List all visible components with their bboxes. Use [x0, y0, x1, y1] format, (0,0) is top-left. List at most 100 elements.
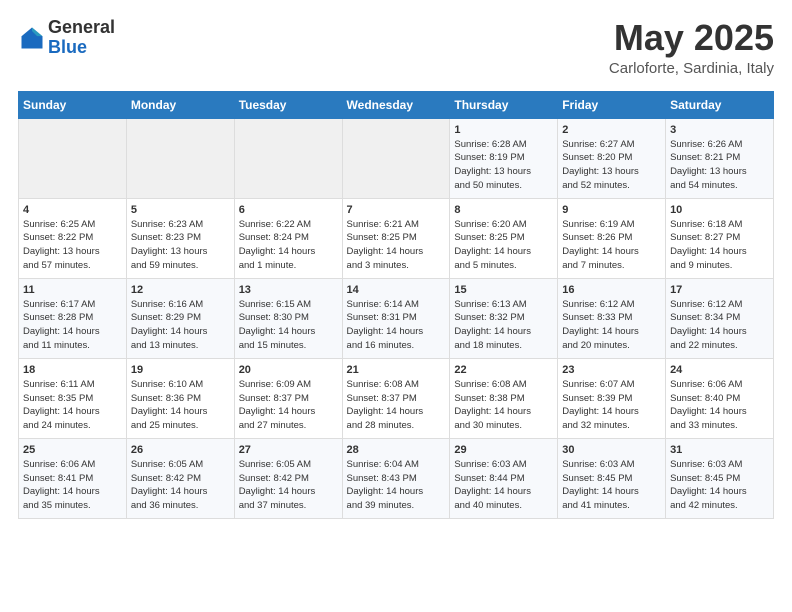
day-number: 17 — [670, 284, 769, 296]
calendar-cell: 3 Sunrise: 6:26 AMSunset: 8:21 PMDaylight… — [666, 118, 774, 198]
day-info: Sunrise: 6:03 AMSunset: 8:44 PMDaylight:… — [454, 458, 553, 513]
logo-icon — [18, 24, 46, 52]
day-number: 10 — [670, 204, 769, 216]
day-info: Sunrise: 6:05 AMSunset: 8:42 PMDaylight:… — [239, 458, 338, 513]
day-info: Sunrise: 6:08 AMSunset: 8:37 PMDaylight:… — [347, 378, 446, 433]
day-info: Sunrise: 6:08 AMSunset: 8:38 PMDaylight:… — [454, 378, 553, 433]
calendar-cell: 9 Sunrise: 6:19 AMSunset: 8:26 PMDaylight… — [558, 198, 666, 278]
day-number: 12 — [131, 284, 230, 296]
day-info: Sunrise: 6:09 AMSunset: 8:37 PMDaylight:… — [239, 378, 338, 433]
calendar-week-row: 4 Sunrise: 6:25 AMSunset: 8:22 PMDaylight… — [19, 198, 774, 278]
day-info: Sunrise: 6:19 AMSunset: 8:26 PMDaylight:… — [562, 218, 661, 273]
day-number: 3 — [670, 124, 769, 136]
calendar-cell: 23 Sunrise: 6:07 AMSunset: 8:39 PMDayligh… — [558, 358, 666, 438]
day-number: 4 — [23, 204, 122, 216]
day-info: Sunrise: 6:12 AMSunset: 8:34 PMDaylight:… — [670, 298, 769, 353]
calendar-cell — [126, 118, 234, 198]
calendar-container: General Blue May 2025 Carloforte, Sardin… — [0, 0, 792, 531]
calendar-cell — [19, 118, 127, 198]
calendar-cell: 24Sunrise: 6:06 AMSunset: 8:40 PMDayligh… — [666, 358, 774, 438]
calendar-cell: 30 Sunrise: 6:03 AMSunset: 8:45 PMDayligh… — [558, 438, 666, 518]
day-info: Sunrise: 6:15 AMSunset: 8:30 PMDaylight:… — [239, 298, 338, 353]
day-info: Sunrise: 6:07 AMSunset: 8:39 PMDaylight:… — [562, 378, 661, 433]
day-number: 23 — [562, 364, 661, 376]
day-number: 29 — [454, 444, 553, 456]
day-number: 22 — [454, 364, 553, 376]
day-number: 8 — [454, 204, 553, 216]
day-number: 16 — [562, 284, 661, 296]
day-info: Sunrise: 6:18 AMSunset: 8:27 PMDaylight:… — [670, 218, 769, 273]
logo-text: General Blue — [48, 18, 115, 58]
calendar-cell: 8Sunrise: 6:20 AMSunset: 8:25 PMDaylight… — [450, 198, 558, 278]
calendar-cell: 29 Sunrise: 6:03 AMSunset: 8:44 PMDayligh… — [450, 438, 558, 518]
day-number: 20 — [239, 364, 338, 376]
calendar-cell: 27Sunrise: 6:05 AMSunset: 8:42 PMDayligh… — [234, 438, 342, 518]
calendar-cell: 25 Sunrise: 6:06 AMSunset: 8:41 PMDayligh… — [19, 438, 127, 518]
day-info: Sunrise: 6:16 AMSunset: 8:29 PMDaylight:… — [131, 298, 230, 353]
calendar-week-row: 1Sunrise: 6:28 AMSunset: 8:19 PMDaylight… — [19, 118, 774, 198]
weekday-header-friday: Friday — [558, 91, 666, 118]
day-number: 13 — [239, 284, 338, 296]
day-number: 26 — [131, 444, 230, 456]
day-number: 2 — [562, 124, 661, 136]
title-block: May 2025 Carloforte, Sardinia, Italy — [609, 18, 774, 77]
calendar-cell: 14 Sunrise: 6:14 AMSunset: 8:31 PMDayligh… — [342, 278, 450, 358]
calendar-week-row: 18 Sunrise: 6:11 AMSunset: 8:35 PMDayligh… — [19, 358, 774, 438]
day-info: Sunrise: 6:23 AMSunset: 8:23 PMDaylight:… — [131, 218, 230, 273]
calendar-cell: 4 Sunrise: 6:25 AMSunset: 8:22 PMDaylight… — [19, 198, 127, 278]
calendar-cell: 5 Sunrise: 6:23 AMSunset: 8:23 PMDaylight… — [126, 198, 234, 278]
day-number: 14 — [347, 284, 446, 296]
day-info: Sunrise: 6:04 AMSunset: 8:43 PMDaylight:… — [347, 458, 446, 513]
day-info: Sunrise: 6:27 AMSunset: 8:20 PMDaylight:… — [562, 138, 661, 193]
weekday-header-saturday: Saturday — [666, 91, 774, 118]
day-number: 5 — [131, 204, 230, 216]
day-info: Sunrise: 6:05 AMSunset: 8:42 PMDaylight:… — [131, 458, 230, 513]
day-info: Sunrise: 6:17 AMSunset: 8:28 PMDaylight:… — [23, 298, 122, 353]
calendar-cell: 28Sunrise: 6:04 AMSunset: 8:43 PMDayligh… — [342, 438, 450, 518]
weekday-header-wednesday: Wednesday — [342, 91, 450, 118]
calendar-cell: 15Sunrise: 6:13 AMSunset: 8:32 PMDayligh… — [450, 278, 558, 358]
calendar-cell: 6Sunrise: 6:22 AMSunset: 8:24 PMDaylight… — [234, 198, 342, 278]
weekday-header-thursday: Thursday — [450, 91, 558, 118]
day-number: 15 — [454, 284, 553, 296]
day-number: 31 — [670, 444, 769, 456]
day-info: Sunrise: 6:10 AMSunset: 8:36 PMDaylight:… — [131, 378, 230, 433]
calendar-cell: 7 Sunrise: 6:21 AMSunset: 8:25 PMDaylight… — [342, 198, 450, 278]
calendar-header: General Blue May 2025 Carloforte, Sardin… — [18, 18, 774, 77]
calendar-cell: 12 Sunrise: 6:16 AMSunset: 8:29 PMDayligh… — [126, 278, 234, 358]
day-number: 7 — [347, 204, 446, 216]
day-info: Sunrise: 6:11 AMSunset: 8:35 PMDaylight:… — [23, 378, 122, 433]
day-number: 6 — [239, 204, 338, 216]
day-number: 18 — [23, 364, 122, 376]
day-info: Sunrise: 6:26 AMSunset: 8:21 PMDaylight:… — [670, 138, 769, 193]
calendar-cell: 16Sunrise: 6:12 AMSunset: 8:33 PMDayligh… — [558, 278, 666, 358]
day-info: Sunrise: 6:03 AMSunset: 8:45 PMDaylight:… — [670, 458, 769, 513]
calendar-cell: 21Sunrise: 6:08 AMSunset: 8:37 PMDayligh… — [342, 358, 450, 438]
calendar-week-row: 25 Sunrise: 6:06 AMSunset: 8:41 PMDayligh… — [19, 438, 774, 518]
calendar-cell: 13 Sunrise: 6:15 AMSunset: 8:30 PMDayligh… — [234, 278, 342, 358]
day-info: Sunrise: 6:06 AMSunset: 8:41 PMDaylight:… — [23, 458, 122, 513]
calendar-cell: 22 Sunrise: 6:08 AMSunset: 8:38 PMDayligh… — [450, 358, 558, 438]
calendar-cell: 11 Sunrise: 6:17 AMSunset: 8:28 PMDayligh… — [19, 278, 127, 358]
weekday-header-sunday: Sunday — [19, 91, 127, 118]
day-number: 30 — [562, 444, 661, 456]
logo-blue: Blue — [48, 38, 115, 58]
weekday-header-row: SundayMondayTuesdayWednesdayThursdayFrid… — [19, 91, 774, 118]
calendar-cell — [234, 118, 342, 198]
calendar-cell: 20 Sunrise: 6:09 AMSunset: 8:37 PMDayligh… — [234, 358, 342, 438]
day-info: Sunrise: 6:25 AMSunset: 8:22 PMDaylight:… — [23, 218, 122, 273]
location: Carloforte, Sardinia, Italy — [609, 60, 774, 77]
day-number: 9 — [562, 204, 661, 216]
logo-general: General — [48, 18, 115, 38]
calendar-cell: 26 Sunrise: 6:05 AMSunset: 8:42 PMDayligh… — [126, 438, 234, 518]
logo: General Blue — [18, 18, 115, 58]
day-info: Sunrise: 6:03 AMSunset: 8:45 PMDaylight:… — [562, 458, 661, 513]
calendar-cell: 1Sunrise: 6:28 AMSunset: 8:19 PMDaylight… — [450, 118, 558, 198]
calendar-week-row: 11 Sunrise: 6:17 AMSunset: 8:28 PMDayligh… — [19, 278, 774, 358]
day-info: Sunrise: 6:21 AMSunset: 8:25 PMDaylight:… — [347, 218, 446, 273]
day-info: Sunrise: 6:14 AMSunset: 8:31 PMDaylight:… — [347, 298, 446, 353]
calendar-cell: 18 Sunrise: 6:11 AMSunset: 8:35 PMDayligh… — [19, 358, 127, 438]
day-number: 11 — [23, 284, 122, 296]
day-number: 25 — [23, 444, 122, 456]
month-title: May 2025 — [609, 18, 774, 58]
